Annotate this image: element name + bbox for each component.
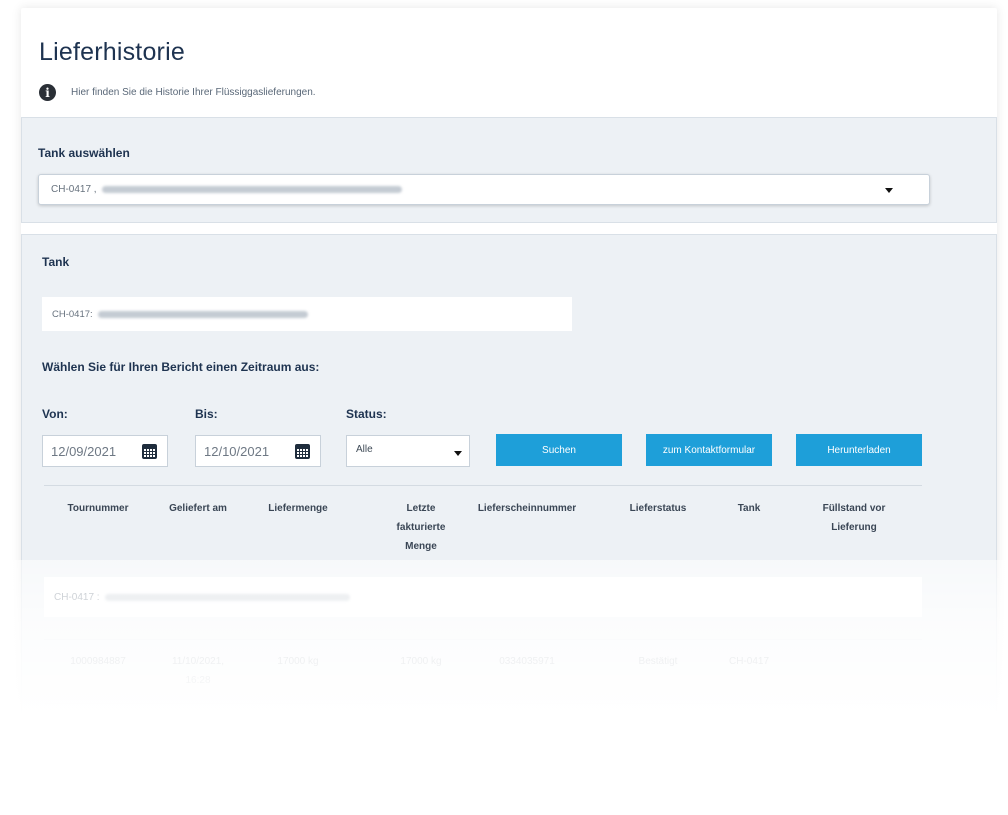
chevron-down-icon — [454, 451, 462, 456]
date-value: 11/10/2021, — [171, 656, 225, 667]
table-row: 1000982113 05/10/2021, 12800 kg 12800 kg… — [44, 767, 922, 808]
tank-field-value: CH-0417: — [52, 308, 93, 320]
qty-cell: 17000 kg — [277, 656, 319, 667]
column-header: Tournummer — [67, 503, 129, 514]
tank-cell: CH-0417 — [728, 656, 770, 667]
table-row: 1000983895 08/10/2021, 07:24 13024 kg 130… — [44, 703, 922, 767]
tank-cell: CH-0417 — [728, 720, 770, 731]
date-cell: 05/10/2021, — [152, 780, 244, 799]
tank-field: CH-0417: — [42, 297, 572, 331]
column-header: Füllstand vor Lieferung — [822, 503, 886, 533]
status-cell: Geliefert — [639, 784, 677, 795]
column-header: Tank — [737, 503, 761, 514]
table-header: Tournummer Geliefert am Liefermenge Letz… — [44, 485, 922, 575]
chevron-down-icon — [885, 188, 893, 193]
history-section: Tank CH-0417: Wählen Sie für Ihren Beric… — [21, 234, 997, 808]
info-text: Hier finden Sie die Historie Ihrer Flüss… — [71, 87, 316, 98]
qty-cell: 13024 kg — [277, 720, 319, 731]
column-header: Geliefert am — [169, 503, 227, 514]
status-label: Status: — [346, 407, 387, 421]
page-title: Lieferhistorie — [39, 38, 185, 66]
level-cell: 18,56 % 3 — [831, 720, 877, 731]
time-value: 16:28 — [185, 675, 211, 686]
date-value: 05/10/2021, — [171, 784, 225, 795]
slip-cell: 0334035824 — [499, 720, 555, 731]
download-button[interactable]: Herunterladen — [796, 434, 922, 466]
period-heading: Wählen Sie für Ihren Bericht einen Zeitr… — [42, 360, 320, 374]
tour-cell: 1000984887 — [70, 656, 126, 667]
date-value: 08/10/2021, — [171, 720, 225, 731]
status-value: Alle — [356, 444, 373, 455]
column-header: Letzte fakturierte Menge — [396, 503, 446, 552]
calendar-icon[interactable] — [295, 444, 310, 459]
contact-form-button[interactable]: zum Kontaktformular — [646, 434, 772, 466]
page-card: Lieferhistorie i Hier finden Sie die His… — [21, 8, 997, 808]
date-cell: 08/10/2021, 07:24 — [152, 716, 244, 754]
from-date-input[interactable]: 12/09/2021 — [42, 435, 168, 467]
tour-cell: 1000983895 — [70, 720, 126, 731]
slip-cell: 0334035971 — [499, 656, 555, 667]
info-circle-icon: i — [39, 84, 56, 101]
to-date-input[interactable]: 12/10/2021 — [195, 435, 321, 467]
tank-field-redacted-text — [97, 310, 308, 318]
from-label: Von: — [42, 407, 68, 421]
status-cell: Geliefert — [639, 720, 677, 731]
tank-select-section: Tank auswählen CH-0417 , — [21, 117, 997, 223]
table-row: 1000984887 11/10/2021, 16:28 17000 kg 170… — [44, 639, 922, 703]
date-cell: 11/10/2021, 16:28 — [152, 652, 244, 690]
search-button[interactable]: Suchen — [496, 434, 622, 466]
tank-select-value: CH-0417 , — [51, 184, 97, 195]
slip-cell: 0334035610 — [499, 784, 555, 795]
column-header: Liefermenge — [268, 503, 328, 514]
calendar-icon[interactable] — [142, 444, 157, 459]
tank-select-dropdown[interactable]: CH-0417 , — [38, 174, 930, 205]
time-value: 07:24 — [185, 739, 211, 750]
group-label: CH-0417 : — [54, 591, 100, 603]
tank-cell: CH-0417 — [728, 784, 770, 795]
column-header: Lieferstatus — [629, 503, 687, 514]
from-date-value: 12/09/2021 — [51, 443, 117, 459]
group-redacted-text — [104, 593, 350, 601]
status-cell: Bestätigt — [638, 656, 678, 667]
tank-group-row: CH-0417 : — [44, 577, 922, 617]
info-row: i Hier finden Sie die Historie Ihrer Flü… — [39, 84, 316, 101]
tank-select-label: Tank auswählen — [38, 146, 130, 160]
status-select[interactable]: Alle — [346, 435, 470, 467]
column-header: Lieferscheinnummer — [477, 503, 577, 514]
qty-cell: 12800 kg — [277, 784, 319, 795]
to-date-value: 12/10/2021 — [204, 443, 270, 459]
to-label: Bis: — [195, 407, 218, 421]
tank-label: Tank — [42, 255, 70, 269]
level-cell: 21,43 % 3 — [831, 784, 877, 795]
tour-cell: 1000982113 — [70, 784, 126, 795]
tank-select-redacted-text — [101, 186, 402, 193]
